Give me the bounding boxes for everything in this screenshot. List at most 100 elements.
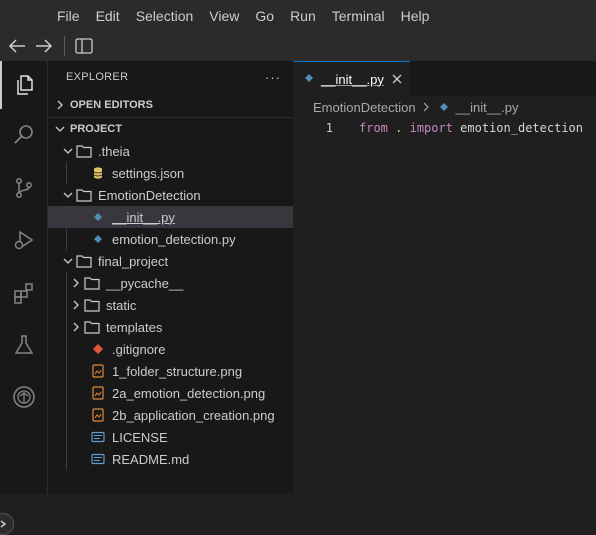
indent-guide bbox=[66, 360, 67, 382]
text-file-icon bbox=[90, 429, 106, 445]
accounts-icon[interactable] bbox=[0, 513, 14, 535]
more-actions-icon[interactable]: ··· bbox=[265, 70, 281, 85]
indent-guide bbox=[66, 316, 67, 338]
tree-item-label: .gitignore bbox=[112, 341, 166, 357]
folder-icon bbox=[84, 319, 100, 335]
tree-item-label: settings.json bbox=[112, 165, 185, 181]
testing-flask-icon[interactable] bbox=[0, 321, 47, 369]
source-control-icon[interactable] bbox=[0, 164, 47, 212]
python-file-icon bbox=[303, 72, 315, 87]
tree-file[interactable]: LICENSE bbox=[48, 426, 293, 448]
explorer-sidebar: EXPLORER ··· OPEN EDITORS PROJECT .theia… bbox=[48, 61, 293, 494]
keyword-import: import bbox=[409, 120, 453, 135]
tree-item-label: EmotionDetection bbox=[98, 187, 201, 203]
tree-file[interactable]: __init__.py bbox=[48, 206, 293, 228]
tree-folder[interactable]: .theia bbox=[48, 140, 293, 162]
breadcrumb-folder[interactable]: EmotionDetection bbox=[313, 100, 416, 115]
indent-guide bbox=[66, 206, 67, 228]
explorer-header: EXPLORER ··· bbox=[48, 61, 293, 93]
chevron-right-icon bbox=[68, 297, 84, 313]
editor-area: __init__.py EmotionDetection __init__.py… bbox=[293, 61, 596, 494]
code-line[interactable]: 1 from . import emotion_detection bbox=[293, 118, 596, 137]
image-file-icon bbox=[90, 363, 106, 379]
indent-guide bbox=[66, 404, 67, 426]
tree-item-label: static bbox=[106, 297, 137, 313]
tree-item-label: .theia bbox=[98, 143, 130, 159]
tree-folder[interactable]: templates bbox=[48, 316, 293, 338]
indent-guide bbox=[66, 382, 67, 404]
tree-folder[interactable]: static bbox=[48, 294, 293, 316]
tree-item-label: README.md bbox=[112, 451, 190, 467]
tree-file[interactable]: settings.json bbox=[48, 162, 293, 184]
indent-guide bbox=[66, 272, 67, 294]
menu-selection[interactable]: Selection bbox=[128, 0, 202, 32]
tab-init-py[interactable]: __init__.py bbox=[293, 61, 410, 96]
json-file-icon bbox=[90, 165, 106, 181]
breadcrumb-file[interactable]: __init__.py bbox=[456, 100, 519, 115]
image-file-icon bbox=[90, 407, 106, 423]
folder-icon bbox=[76, 253, 92, 269]
code-dot: . bbox=[387, 120, 410, 135]
tree-item-label: LICENSE bbox=[112, 429, 168, 445]
tree-item-label: 1_folder_structure.png bbox=[112, 363, 243, 379]
tree-folder[interactable]: __pycache__ bbox=[48, 272, 293, 294]
python-file-icon bbox=[90, 209, 106, 225]
menu-help[interactable]: Help bbox=[393, 0, 438, 32]
folder-icon bbox=[76, 187, 92, 203]
chevron-right-icon bbox=[52, 100, 68, 110]
text-file-icon bbox=[90, 451, 106, 467]
chevron-down-icon bbox=[60, 253, 76, 269]
folder-icon bbox=[84, 275, 100, 291]
run-debug-icon[interactable] bbox=[0, 216, 47, 264]
cloud-ide-icon[interactable] bbox=[0, 373, 47, 421]
tree-file[interactable]: 1_folder_structure.png bbox=[48, 360, 293, 382]
menu-edit[interactable]: Edit bbox=[88, 0, 128, 32]
tree-file[interactable]: emotion_detection.py bbox=[48, 228, 293, 250]
indent-guide bbox=[66, 162, 67, 184]
toolbar bbox=[0, 32, 596, 61]
python-file-icon bbox=[90, 231, 106, 247]
file-tree: .theia settings.json EmotionDetection __ini… bbox=[48, 140, 293, 470]
breadcrumb: EmotionDetection __init__.py bbox=[293, 96, 596, 118]
tree-file[interactable]: .gitignore bbox=[48, 338, 293, 360]
tab-bar: __init__.py bbox=[293, 61, 596, 96]
chevron-down-icon bbox=[60, 143, 76, 159]
chevron-right-icon bbox=[68, 275, 84, 291]
menu-go[interactable]: Go bbox=[247, 0, 282, 32]
forward-arrow-icon[interactable] bbox=[34, 36, 54, 56]
python-file-icon bbox=[438, 101, 450, 113]
menu-run[interactable]: Run bbox=[282, 0, 324, 32]
tab-label: __init__.py bbox=[321, 71, 384, 87]
close-icon[interactable] bbox=[392, 72, 402, 87]
tree-file[interactable]: 2a_emotion_detection.png bbox=[48, 382, 293, 404]
indent-guide bbox=[66, 426, 67, 448]
chevron-down-icon bbox=[52, 124, 68, 134]
tree-folder[interactable]: final_project bbox=[48, 250, 293, 272]
tree-item-label: templates bbox=[106, 319, 163, 335]
tree-folder[interactable]: EmotionDetection bbox=[48, 184, 293, 206]
open-editors-section[interactable]: OPEN EDITORS bbox=[48, 94, 293, 116]
tree-file[interactable]: 2b_application_creation.png bbox=[48, 404, 293, 426]
menu-terminal[interactable]: Terminal bbox=[324, 0, 393, 32]
explorer-icon[interactable] bbox=[0, 61, 47, 109]
chevron-right-icon bbox=[422, 102, 430, 112]
explorer-title: EXPLORER bbox=[66, 71, 129, 83]
tree-item-label: __init__.py bbox=[112, 209, 175, 225]
indent-guide bbox=[66, 448, 67, 470]
menu-view[interactable]: View bbox=[201, 0, 247, 32]
search-icon[interactable] bbox=[0, 111, 47, 159]
menu-file[interactable]: File bbox=[49, 0, 88, 32]
toggle-sidebar-icon[interactable] bbox=[74, 36, 94, 56]
open-editors-label: OPEN EDITORS bbox=[70, 99, 153, 111]
module-name: emotion_detection bbox=[452, 120, 583, 135]
indent-guide bbox=[66, 228, 67, 250]
indent-guide bbox=[66, 294, 67, 316]
keyword-from: from bbox=[359, 120, 388, 135]
extensions-icon[interactable] bbox=[0, 269, 47, 317]
chevron-down-icon bbox=[60, 187, 76, 203]
tree-file[interactable]: README.md bbox=[48, 448, 293, 470]
indent-guide bbox=[66, 338, 67, 360]
project-section[interactable]: PROJECT bbox=[48, 117, 293, 140]
back-arrow-icon[interactable] bbox=[7, 36, 27, 56]
line-number: 1 bbox=[325, 120, 333, 135]
